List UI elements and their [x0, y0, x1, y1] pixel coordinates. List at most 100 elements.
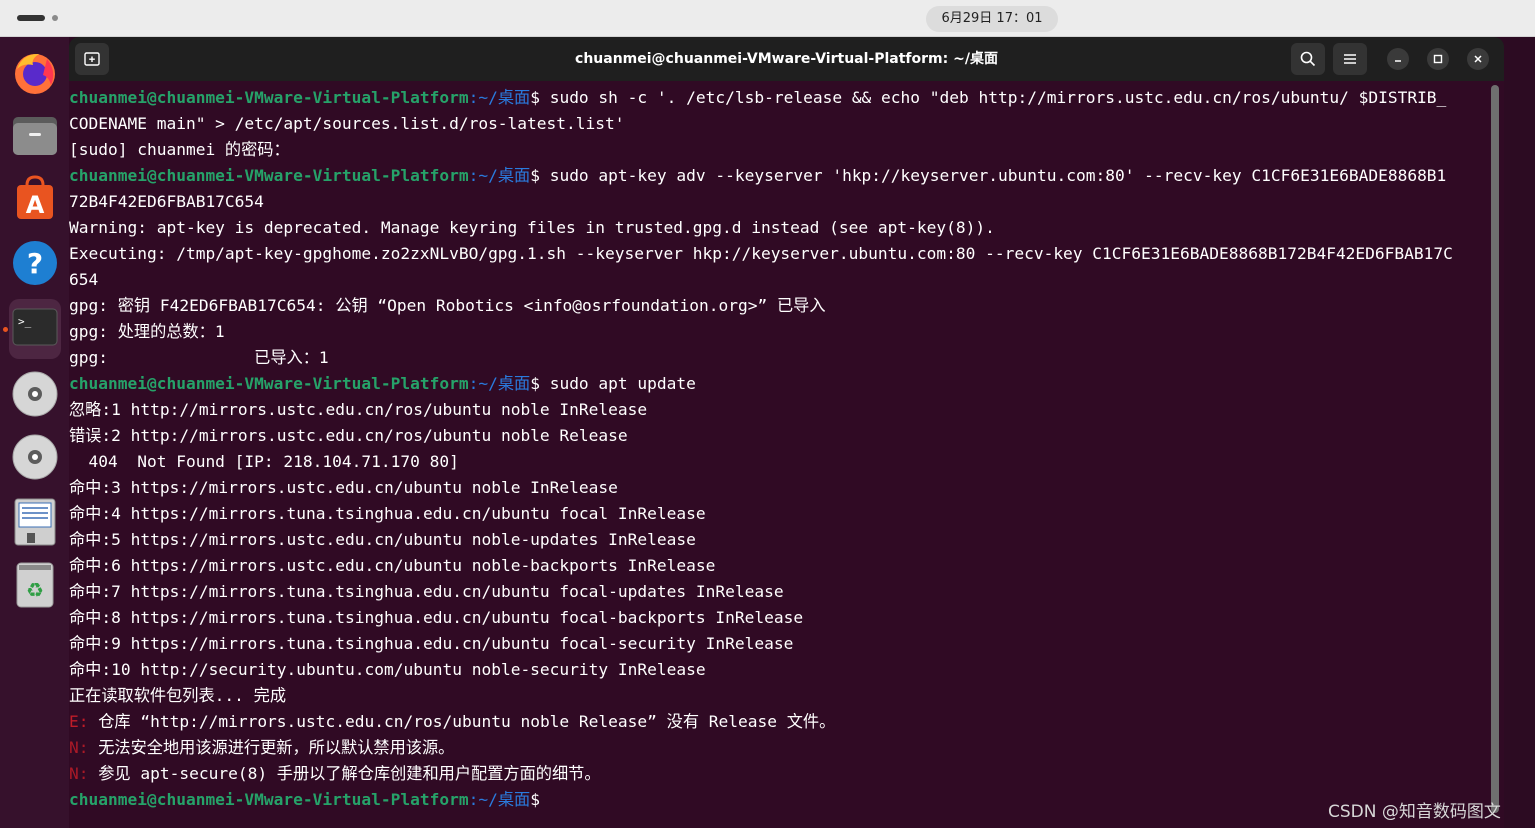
- workspace-dot[interactable]: [52, 15, 58, 21]
- terminal-icon: >_: [12, 308, 58, 346]
- running-indicator: [3, 327, 8, 332]
- line-text: 参见 apt-secure(8) 手册以了解仓库创建和用户配置方面的细节。: [88, 764, 601, 783]
- close-button[interactable]: [1467, 48, 1489, 70]
- floppy-icon: [14, 498, 56, 546]
- prompt-user: chuanmei@chuanmei-VMware-Virtual-Platfor…: [69, 374, 469, 393]
- line-text: gpg: 处理的总数：1: [69, 322, 225, 341]
- prompt-user: chuanmei@chuanmei-VMware-Virtual-Platfor…: [69, 166, 469, 185]
- line-text: 忽略:1 http://mirrors.ustc.edu.cn/ros/ubun…: [69, 400, 648, 419]
- activities-indicator[interactable]: [17, 15, 45, 21]
- prompt-path: :~/桌面: [468, 88, 531, 107]
- dock-files[interactable]: [9, 109, 61, 161]
- disc-icon: [12, 371, 58, 417]
- prompt-symbol: $: [530, 166, 540, 185]
- line-text: 命中:5 https://mirrors.ustc.edu.cn/ubuntu …: [69, 530, 696, 549]
- line-text: gpg: 密钥 F42ED6FBAB17C654: 公钥 “Open Robot…: [69, 296, 826, 315]
- prompt-path: :~/桌面: [468, 790, 531, 809]
- terminal-line: 正在读取软件包列表... 完成: [69, 683, 1494, 709]
- line-text: 命中:8 https://mirrors.tuna.tsinghua.edu.c…: [69, 608, 804, 627]
- hamburger-menu-icon: [1344, 54, 1356, 64]
- terminal-line: 忽略:1 http://mirrors.ustc.edu.cn/ros/ubun…: [69, 397, 1494, 423]
- prompt-symbol: $: [530, 790, 540, 809]
- terminal-line: N: 无法安全地用该源进行更新，所以默认禁用该源。: [69, 735, 1494, 761]
- terminal-line: Warning: apt-key is deprecated. Manage k…: [69, 215, 1494, 241]
- line-text: Executing: /tmp/apt-key-gpghome.zo2zxNLv…: [69, 244, 1453, 263]
- prompt-symbol: $: [530, 88, 540, 107]
- clock[interactable]: 6月29日 17：01: [926, 6, 1058, 32]
- svg-text:?: ?: [27, 247, 43, 280]
- line-text: 72B4F42ED6FBAB17C654: [69, 192, 264, 211]
- line-text: 命中:7 https://mirrors.tuna.tsinghua.edu.c…: [69, 582, 784, 601]
- dock-text-editor[interactable]: [9, 495, 61, 547]
- prompt-symbol: $: [530, 374, 540, 393]
- terminal-output[interactable]: chuanmei@chuanmei-VMware-Virtual-Platfor…: [69, 85, 1494, 828]
- terminal-line: 命中:3 https://mirrors.ustc.edu.cn/ubuntu …: [69, 475, 1494, 501]
- line-text: 错误:2 http://mirrors.ustc.edu.cn/ros/ubun…: [69, 426, 628, 445]
- terminal-line: 命中:7 https://mirrors.tuna.tsinghua.edu.c…: [69, 579, 1494, 605]
- dock-disc-1[interactable]: [9, 368, 61, 420]
- maximize-button[interactable]: [1427, 48, 1449, 70]
- folder-icon: [13, 117, 57, 155]
- line-text: gpg: 已导入：1: [69, 348, 329, 367]
- dock-help[interactable]: ?: [9, 237, 61, 289]
- terminal-line: E: 仓库 “http://mirrors.ustc.edu.cn/ros/ub…: [69, 709, 1494, 735]
- line-text: 命中:4 https://mirrors.tuna.tsinghua.edu.c…: [69, 504, 706, 523]
- menu-button[interactable]: [1333, 43, 1367, 75]
- terminal-line: chuanmei@chuanmei-VMware-Virtual-Platfor…: [69, 85, 1494, 111]
- dock-trash[interactable]: ♻: [9, 559, 61, 611]
- svg-text:>_: >_: [18, 315, 32, 328]
- title-bar[interactable]: chuanmei@chuanmei-VMware-Virtual-Platfor…: [69, 37, 1504, 81]
- terminal-line: 命中:10 http://security.ubuntu.com/ubuntu …: [69, 657, 1494, 683]
- line-text: 正在读取软件包列表... 完成: [69, 686, 287, 705]
- line-text: 命中:6 https://mirrors.ustc.edu.cn/ubuntu …: [69, 556, 716, 575]
- line-text: sudo sh -c '. /etc/lsb-release && echo "…: [539, 88, 1447, 107]
- terminal-line: Executing: /tmp/apt-key-gpghome.zo2zxNLv…: [69, 241, 1494, 267]
- line-text: sudo apt update: [539, 374, 696, 393]
- terminal-line: gpg: 处理的总数：1: [69, 319, 1494, 345]
- terminal-window: chuanmei@chuanmei-VMware-Virtual-Platfor…: [69, 37, 1504, 828]
- terminal-line: 命中:9 https://mirrors.tuna.tsinghua.edu.c…: [69, 631, 1494, 657]
- terminal-line: 命中:4 https://mirrors.tuna.tsinghua.edu.c…: [69, 501, 1494, 527]
- terminal-line: 72B4F42ED6FBAB17C654: [69, 189, 1494, 215]
- help-icon: ?: [13, 241, 57, 285]
- line-text: Warning: apt-key is deprecated. Manage k…: [69, 218, 995, 237]
- dock-app-center[interactable]: A: [9, 173, 61, 225]
- maximize-icon: [1433, 54, 1443, 64]
- terminal-line: chuanmei@chuanmei-VMware-Virtual-Platfor…: [69, 787, 1494, 813]
- svg-text:A: A: [26, 191, 45, 219]
- terminal-line: [sudo] chuanmei 的密码：: [69, 137, 1494, 163]
- terminal-line: 404 Not Found [IP: 218.104.71.170 80]: [69, 449, 1494, 475]
- terminal-line: 命中:6 https://mirrors.ustc.edu.cn/ubuntu …: [69, 553, 1494, 579]
- prompt-path: :~/桌面: [468, 374, 531, 393]
- terminal-line: 命中:5 https://mirrors.ustc.edu.cn/ubuntu …: [69, 527, 1494, 553]
- window-title: chuanmei@chuanmei-VMware-Virtual-Platfor…: [575, 51, 998, 67]
- terminal-scrollbar[interactable]: [1491, 85, 1499, 813]
- line-text: 无法安全地用该源进行更新，所以默认禁用该源。: [88, 738, 455, 757]
- line-text: CODENAME main" > /etc/apt/sources.list.d…: [69, 114, 625, 133]
- dock-disc-2[interactable]: [9, 431, 61, 483]
- error-tag: E:: [69, 712, 89, 731]
- terminal-line: CODENAME main" > /etc/apt/sources.list.d…: [69, 111, 1494, 137]
- svg-text:♻: ♻: [26, 578, 44, 602]
- terminal-line: chuanmei@chuanmei-VMware-Virtual-Platfor…: [69, 371, 1494, 397]
- top-bar: 6月29日 17：01: [0, 0, 1535, 37]
- terminal-line: chuanmei@chuanmei-VMware-Virtual-Platfor…: [69, 163, 1494, 189]
- dock-terminal[interactable]: >_: [9, 299, 61, 359]
- dock-firefox[interactable]: [9, 47, 61, 99]
- prompt-path: :~/桌面: [468, 166, 531, 185]
- minimize-button[interactable]: [1387, 48, 1409, 70]
- line-text: 404 Not Found [IP: 218.104.71.170 80]: [69, 452, 459, 471]
- line-text: 命中:10 http://security.ubuntu.com/ubuntu …: [69, 660, 706, 679]
- terminal-line: N: 参见 apt-secure(8) 手册以了解仓库创建和用户配置方面的细节。: [69, 761, 1494, 787]
- line-text: 654: [69, 270, 99, 289]
- disc-icon: [12, 434, 58, 480]
- terminal-line: 命中:8 https://mirrors.tuna.tsinghua.edu.c…: [69, 605, 1494, 631]
- search-icon: [1300, 51, 1316, 67]
- notice-tag: N:: [69, 738, 89, 757]
- watermark: CSDN @知音数码图文: [1328, 802, 1501, 822]
- line-text: 仓库 “http://mirrors.ustc.edu.cn/ros/ubunt…: [88, 712, 836, 731]
- terminal-line: 654: [69, 267, 1494, 293]
- line-text: sudo apt-key adv --keyserver 'hkp://keys…: [539, 166, 1447, 185]
- search-button[interactable]: [1291, 43, 1325, 75]
- line-text: [sudo] chuanmei 的密码：: [69, 140, 290, 159]
